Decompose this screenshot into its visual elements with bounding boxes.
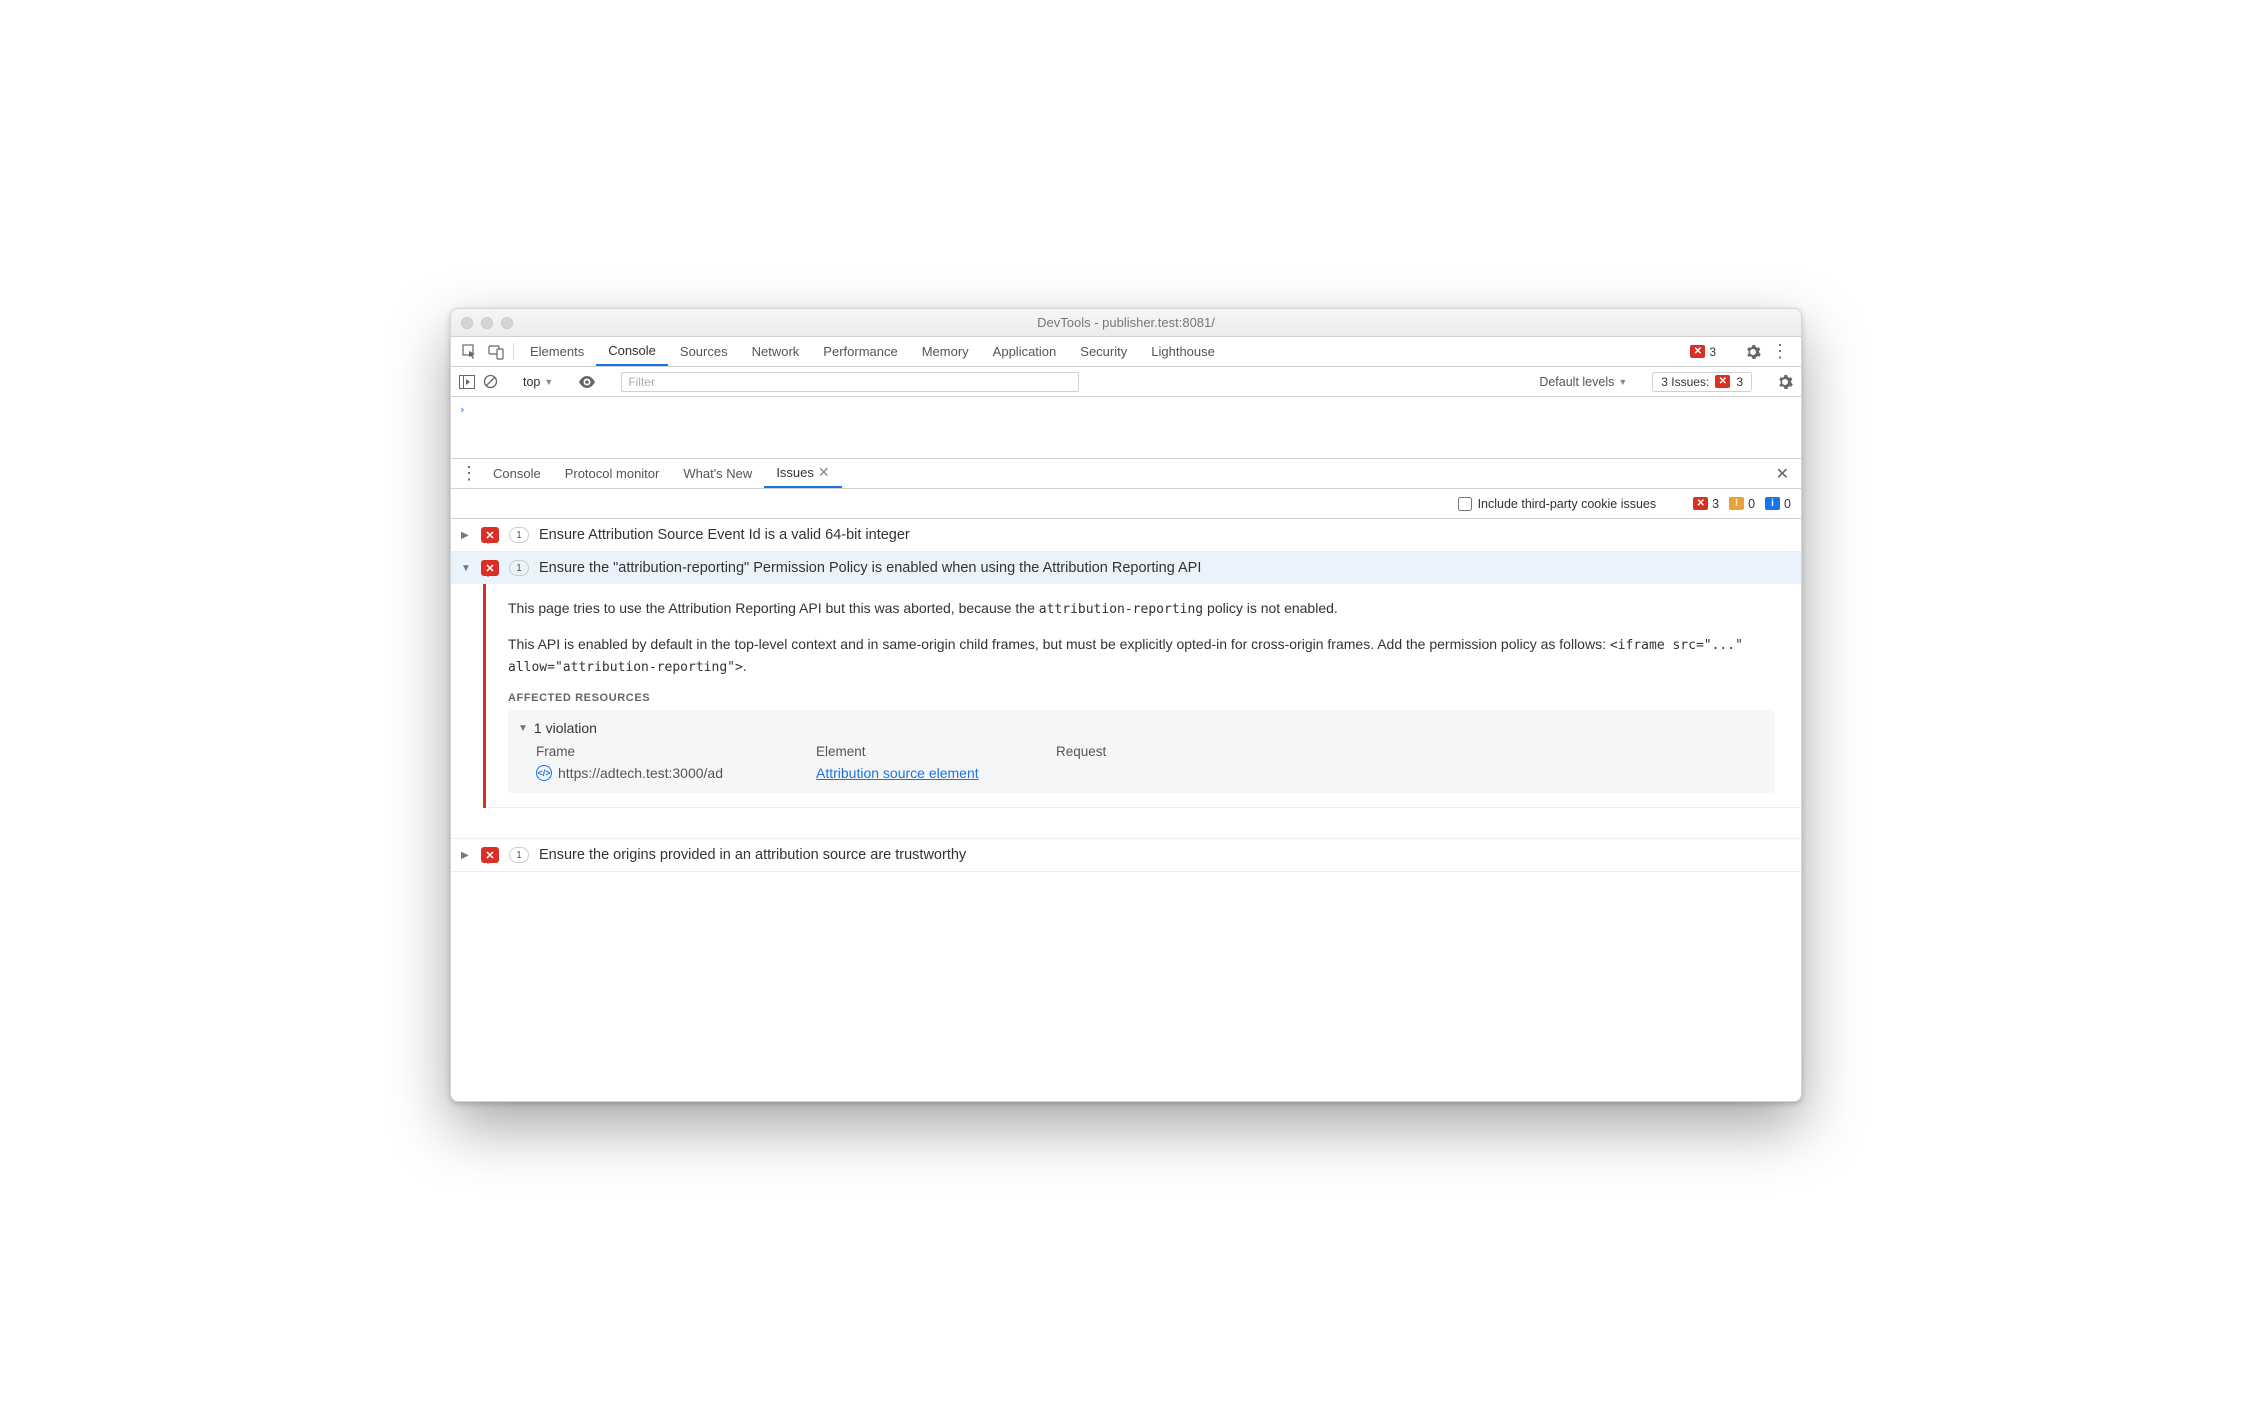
warning-count-value: 0 [1748, 497, 1755, 511]
close-drawer-icon[interactable]: ✕ [1776, 459, 1795, 488]
issue-title: Ensure Attribution Source Event Id is a … [539, 527, 910, 543]
affected-resources-box: ▼ 1 violation Frame Element Request </> … [508, 710, 1775, 793]
error-icon: ✕ [1715, 375, 1730, 388]
chevron-down-icon: ▼ [1618, 377, 1627, 387]
col-frame: Frame [536, 744, 756, 759]
error-count[interactable]: ✕3 [1693, 497, 1719, 511]
violation-count: 1 violation [534, 720, 597, 736]
tab-elements[interactable]: Elements [518, 337, 596, 366]
tab-memory[interactable]: Memory [910, 337, 981, 366]
log-levels-selector[interactable]: Default levels ▼ [1539, 375, 1627, 389]
titlebar: DevTools - publisher.test:8081/ [451, 309, 1801, 337]
issue-row[interactable]: ▼ ✕ 1 Ensure the "attribution-reporting"… [451, 552, 1801, 584]
tab-performance[interactable]: Performance [811, 337, 909, 366]
drawer-tab-issues-label: Issues [776, 465, 814, 480]
drawer-tab-console[interactable]: Console [481, 459, 553, 488]
context-selector[interactable]: top ▼ [523, 375, 553, 389]
issue-severity-icon: ✕ [481, 527, 499, 543]
console-prompt-icon: › [459, 403, 466, 416]
drawer-more-icon[interactable]: ⋮ [457, 459, 481, 488]
error-icon: ✕ [1693, 497, 1708, 510]
devtools-tab-strip: Elements Console Sources Network Perform… [451, 337, 1801, 367]
issue-severity-icon: ✕ [481, 847, 499, 863]
issue-severity-icon: ✕ [481, 560, 499, 576]
issue-description-2: This API is enabled by default in the to… [508, 634, 1775, 678]
expand-icon[interactable]: ▶ [461, 850, 471, 861]
warning-icon: ! [1729, 497, 1744, 510]
frame-icon: </> [536, 765, 552, 781]
tab-network[interactable]: Network [740, 337, 812, 366]
top-error-badge[interactable]: ✕ 3 [1690, 345, 1716, 359]
affected-resources-label: AFFECTED RESOURCES [508, 692, 1775, 704]
issue-count-badge: 1 [509, 847, 529, 863]
issues-count: 3 [1736, 375, 1743, 389]
issue-detail: This page tries to use the Attribution R… [451, 584, 1801, 808]
drawer-tab-strip: ⋮ Console Protocol monitor What's New Is… [451, 459, 1801, 489]
device-toolbar-icon[interactable] [483, 337, 509, 366]
collapse-icon[interactable]: ▼ [518, 723, 528, 734]
console-settings-icon[interactable] [1777, 374, 1793, 390]
resource-columns: Frame Element Request [518, 740, 1765, 763]
close-tab-icon[interactable]: ✕ [818, 464, 830, 481]
chevron-down-icon: ▼ [544, 377, 553, 387]
inspect-element-icon[interactable] [457, 337, 483, 366]
frame-cell[interactable]: </> https://adtech.test:3000/ad [536, 765, 756, 781]
devtools-window: DevTools - publisher.test:8081/ Elements… [450, 308, 1802, 1102]
separator [513, 343, 514, 360]
col-request: Request [1056, 744, 1106, 759]
collapse-icon[interactable]: ▼ [461, 563, 471, 574]
top-error-count: 3 [1709, 345, 1716, 359]
sidebar-toggle-icon[interactable] [459, 375, 475, 389]
clear-console-icon[interactable] [483, 374, 498, 389]
context-label: top [523, 375, 540, 389]
drawer-tab-issues[interactable]: Issues ✕ [764, 459, 841, 488]
expand-icon[interactable]: ▶ [461, 530, 471, 541]
settings-icon[interactable] [1745, 344, 1761, 360]
violation-header[interactable]: ▼ 1 violation [518, 716, 1765, 740]
issue-title: Ensure the "attribution-reporting" Permi… [539, 560, 1201, 576]
error-icon: ✕ [1690, 345, 1705, 358]
code-snippet: attribution-reporting [1039, 602, 1203, 617]
more-menu-icon[interactable]: ⋮ [1771, 341, 1789, 362]
info-icon: i [1765, 497, 1780, 510]
tab-console[interactable]: Console [596, 337, 668, 366]
tab-sources[interactable]: Sources [668, 337, 740, 366]
tab-security[interactable]: Security [1068, 337, 1139, 366]
info-count-value: 0 [1784, 497, 1791, 511]
third-party-cookies-checkbox[interactable]: Include third-party cookie issues [1458, 497, 1657, 511]
issue-description-1: This page tries to use the Attribution R… [508, 598, 1775, 620]
issue-row[interactable]: ▶ ✕ 1 Ensure Attribution Source Event Id… [451, 519, 1801, 552]
checkbox-label: Include third-party cookie issues [1478, 497, 1657, 511]
issues-label: 3 Issues: [1661, 375, 1709, 389]
tab-lighthouse[interactable]: Lighthouse [1139, 337, 1227, 366]
issue-counts: ✕3 !0 i0 [1693, 497, 1791, 511]
tab-application[interactable]: Application [981, 337, 1069, 366]
drawer-tab-protocol-monitor[interactable]: Protocol monitor [553, 459, 672, 488]
issue-row[interactable]: ▶ ✕ 1 Ensure the origins provided in an … [451, 838, 1801, 872]
element-cell[interactable]: Attribution source element [816, 765, 979, 781]
drawer-tab-whats-new[interactable]: What's New [671, 459, 764, 488]
info-count[interactable]: i0 [1765, 497, 1791, 511]
levels-label: Default levels [1539, 375, 1614, 389]
live-expression-icon[interactable] [578, 376, 596, 388]
window-title: DevTools - publisher.test:8081/ [451, 315, 1801, 330]
issues-counter[interactable]: 3 Issues: ✕ 3 [1652, 372, 1752, 392]
issue-count-badge: 1 [509, 527, 529, 543]
element-link[interactable]: Attribution source element [816, 765, 979, 781]
console-toolbar: top ▼ Default levels ▼ 3 Issues: ✕ 3 [451, 367, 1801, 397]
col-element: Element [816, 744, 996, 759]
resource-row: </> https://adtech.test:3000/ad Attribut… [518, 763, 1765, 781]
checkbox-input[interactable] [1458, 497, 1472, 511]
warning-count[interactable]: !0 [1729, 497, 1755, 511]
console-body[interactable]: › [451, 397, 1801, 459]
issues-toolbar: Include third-party cookie issues ✕3 !0 … [451, 489, 1801, 519]
issue-detail-body: This page tries to use the Attribution R… [486, 584, 1801, 808]
tab-strip-right: ✕ 3 ⋮ [1690, 337, 1795, 366]
issue-title: Ensure the origins provided in an attrib… [539, 847, 966, 863]
filter-input[interactable] [621, 372, 1079, 392]
frame-url: https://adtech.test:3000/ad [558, 765, 723, 781]
error-count-value: 3 [1712, 497, 1719, 511]
issues-list: ▶ ✕ 1 Ensure Attribution Source Event Id… [451, 519, 1801, 1101]
issue-count-badge: 1 [509, 560, 529, 576]
